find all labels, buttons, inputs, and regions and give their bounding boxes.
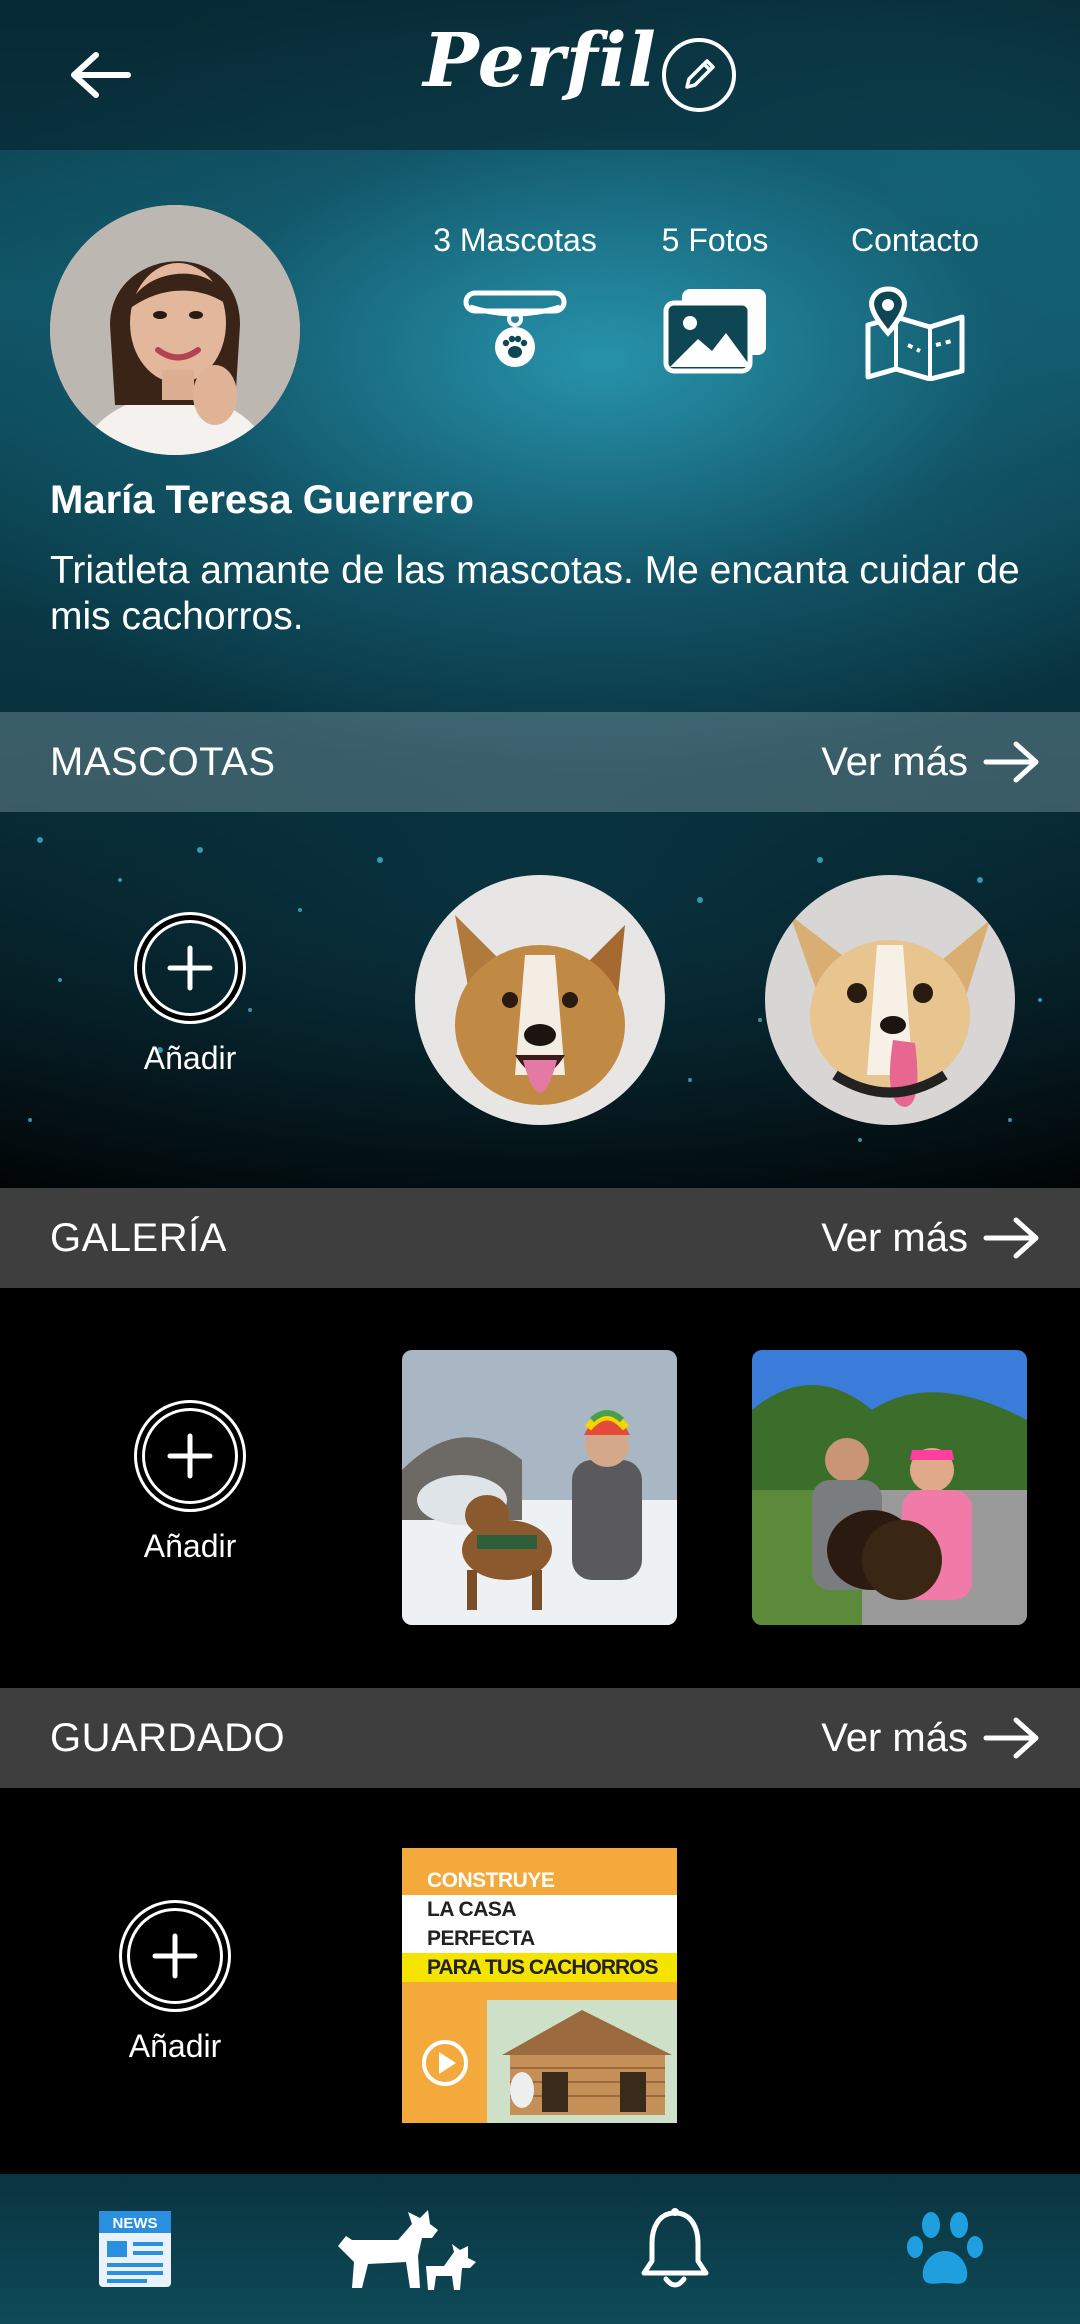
section-title: GUARDADO: [50, 1715, 286, 1760]
nav-pets[interactable]: [325, 2204, 485, 2294]
stat-photos-label: 5 Fotos: [661, 222, 769, 258]
section-title: MASCOTAS: [50, 739, 276, 784]
arrow-right-icon: [983, 1217, 1039, 1259]
add-saved-button[interactable]: Añadir: [85, 1900, 265, 2065]
pet-collar-icon: [463, 290, 567, 367]
add-label: Añadir: [143, 1040, 237, 1076]
page-title: Perfil: [423, 18, 657, 104]
nav-notifications[interactable]: [630, 2204, 720, 2294]
saved-title-line: LA CASA: [402, 1895, 677, 1924]
stat-pets-label: 3 Mascotas: [433, 222, 597, 258]
section-title: GALERÍA: [50, 1215, 227, 1260]
stat-pets[interactable]: 3 Mascotas: [430, 222, 600, 375]
photos-icon: [663, 289, 766, 374]
saved-title-line: CONSTRUYE: [402, 1866, 677, 1895]
user-name: María Teresa Guerrero: [50, 478, 474, 522]
pet-image: [765, 875, 1015, 1125]
see-more-galeria-link[interactable]: Ver más: [821, 1216, 1040, 1261]
nav-profile[interactable]: [900, 2204, 990, 2294]
gallery-photo[interactable]: [402, 1350, 677, 1625]
paw-icon: [907, 2212, 983, 2284]
gallery-image: [752, 1350, 1027, 1625]
section-header-guardado: GUARDADO Ver más: [0, 1688, 1080, 1788]
plus-icon: [167, 1433, 213, 1479]
nav-news[interactable]: NEWS: [90, 2204, 180, 2294]
pet-image: [415, 875, 665, 1125]
user-bio: Triatleta amante de las mascotas. Me enc…: [50, 549, 1020, 638]
plus-icon: [167, 945, 213, 991]
news-icon-label: NEWS: [113, 2215, 158, 2232]
see-more-mascotas-link[interactable]: Ver más: [821, 740, 1040, 785]
pencil-icon: [685, 59, 715, 89]
section-header-galeria: GALERÍA Ver más: [0, 1188, 1080, 1288]
avatar[interactable]: [50, 205, 300, 455]
news-icon: NEWS: [99, 2211, 171, 2287]
stat-photos[interactable]: 5 Fotos: [640, 222, 790, 375]
add-label: Añadir: [143, 1528, 237, 1564]
see-more-label: Ver más: [821, 1715, 968, 1760]
saved-title-line: PARA TUS CACHORROS: [402, 1953, 677, 1982]
see-more-label: Ver más: [821, 739, 968, 784]
dogs-icon: [337, 2210, 476, 2290]
pet-avatar[interactable]: [765, 875, 1015, 1125]
play-icon: [422, 2040, 468, 2086]
saved-title-line: PERFECTA: [402, 1924, 677, 1953]
bottom-navigation: NEWS: [0, 2174, 1080, 2324]
pet-avatar[interactable]: [415, 875, 665, 1125]
add-label: Añadir: [128, 2028, 222, 2064]
map-pin-icon: [865, 286, 965, 381]
bell-icon: [641, 2208, 709, 2288]
see-more-guardado-link[interactable]: Ver más: [821, 1716, 1040, 1761]
add-photo-button[interactable]: Añadir: [100, 1400, 280, 1565]
stat-contact[interactable]: Contacto: [840, 222, 990, 381]
plus-icon: [152, 1933, 198, 1979]
arrow-right-icon: [983, 741, 1039, 783]
saved-video-card[interactable]: CONSTRUYE LA CASA PERFECTA PARA TUS CACH…: [402, 1848, 677, 2123]
arrow-right-icon: [983, 1717, 1039, 1759]
stat-contact-label: Contacto: [850, 222, 980, 258]
edit-profile-button[interactable]: [662, 38, 736, 112]
avatar-image: [50, 205, 300, 455]
gallery-image: [402, 1350, 677, 1625]
section-header-mascotas: MASCOTAS Ver más: [0, 712, 1080, 812]
top-bar: Perfil: [0, 0, 1080, 150]
gallery-photo[interactable]: [752, 1350, 1027, 1625]
see-more-label: Ver más: [821, 1215, 968, 1260]
add-pet-button[interactable]: Añadir: [100, 912, 280, 1077]
